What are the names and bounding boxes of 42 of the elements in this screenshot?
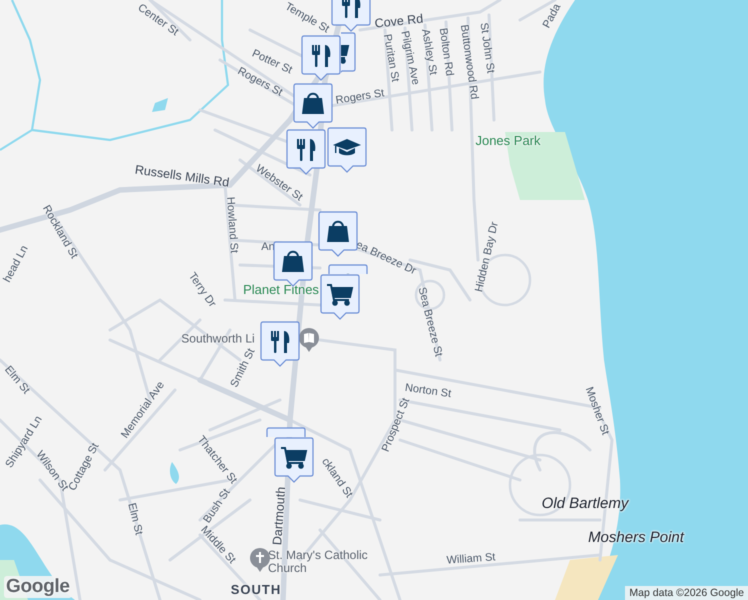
place-label: St. Mary's Catholic Church: [268, 548, 369, 576]
street-label: Elm St: [2, 364, 32, 396]
cross-icon[interactable]: [250, 548, 270, 572]
road-label: Russells Mills Rd: [134, 164, 230, 190]
map-pin[interactable]: [318, 211, 358, 257]
beach-area: [555, 555, 618, 600]
road-label: Dartmouth: [271, 486, 289, 546]
street-label: head Ln: [1, 244, 31, 284]
street-label: Hidden Bay Dr: [473, 220, 501, 294]
map-pin[interactable]: [327, 127, 367, 173]
fork-knife-icon: [342, 0, 360, 18]
area-label: Old Bartlemy: [542, 496, 628, 512]
graduation-cap-icon: [333, 139, 361, 156]
park-label: Jones Park: [475, 134, 541, 148]
street-label: William St: [446, 551, 496, 567]
fork-knife-icon: [271, 331, 290, 353]
street-label: Ashley St: [419, 28, 439, 76]
pond: [152, 98, 168, 112]
street-label: Elm St: [125, 502, 145, 536]
fork-knife-icon: [297, 139, 316, 161]
district-label: SOUTH: [230, 582, 282, 598]
park-label: Planet Fitnes: [243, 282, 319, 298]
street-label: Mosher St: [582, 385, 612, 437]
street-label: Rogers St: [334, 87, 386, 107]
street-label: Smith St: [228, 346, 258, 390]
map-pin[interactable]: [320, 274, 360, 320]
map-attribution: Map data ©2026 Google: [625, 586, 748, 600]
map-pin[interactable]: [274, 437, 314, 483]
area-label: Moshers Point: [588, 530, 684, 546]
street-label: Bolton Rd: [436, 27, 456, 77]
fork-knife-icon: [312, 45, 330, 67]
book-icon[interactable]: [299, 328, 319, 352]
street-label: Sea Breeze St: [416, 286, 444, 358]
google-logo[interactable]: Google: [4, 576, 72, 598]
map-pin[interactable]: [293, 83, 333, 129]
road-label: Cove Rd: [374, 12, 424, 31]
pond: [170, 462, 179, 484]
street-label: Pada: [540, 2, 564, 30]
map-pin[interactable]: [301, 35, 341, 81]
place-label: Southworth Li: [181, 332, 255, 346]
street-label: Howland St: [224, 196, 240, 254]
map-pin[interactable]: [260, 321, 300, 367]
